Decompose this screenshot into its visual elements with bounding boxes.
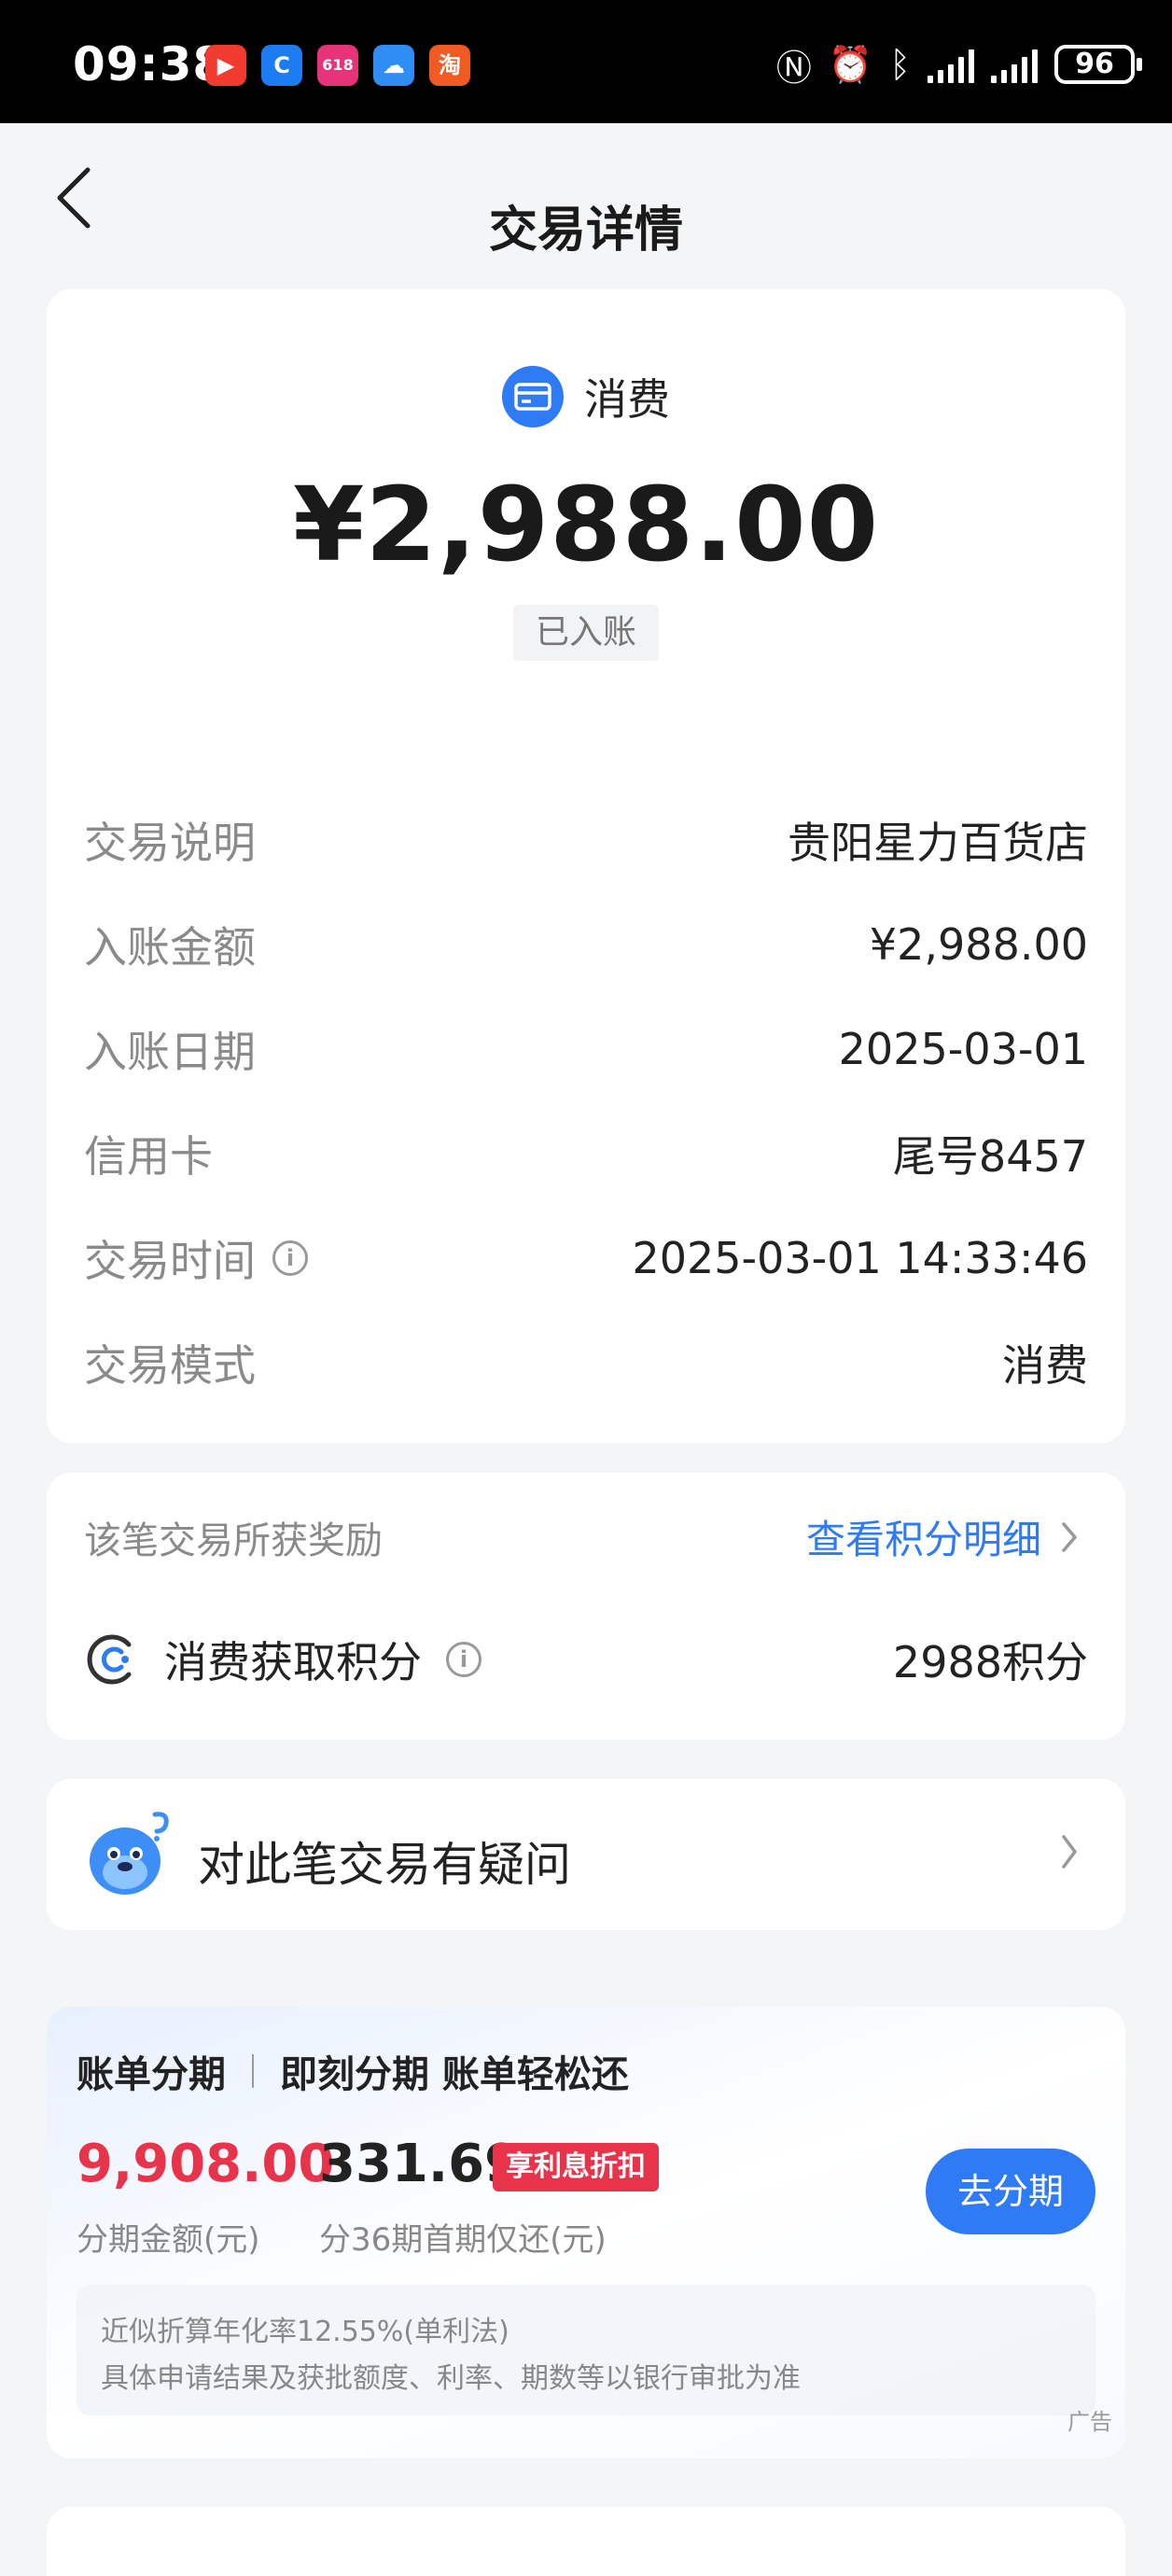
points-icon	[87, 1634, 132, 1685]
detail-label: 交易模式	[84, 1340, 256, 1391]
detail-label: 入账日期	[84, 1027, 256, 1077]
detail-row-time: 交易时间 i 2025-03-01 14:33:46	[84, 1225, 1088, 1291]
installment-amount-label: 分期金额(元)	[77, 2221, 260, 2259]
shop-app-icon: 618	[317, 45, 358, 86]
detail-label-with-info: 交易时间 i	[84, 1227, 308, 1289]
chevron-right-icon	[1062, 1835, 1077, 1869]
installment-ad-card: 账单分期 即刻分期 账单轻松还 9,908.00 分期金额(元) 331.69 …	[47, 2007, 1125, 2458]
status-badge: 已入账	[513, 605, 659, 661]
view-points-detail-link[interactable]: 查看积分明细	[806, 1508, 1079, 1565]
ad-title: 账单分期 即刻分期 账单轻松还	[77, 2044, 629, 2098]
first-payment-amount: 331.69	[319, 2134, 522, 2194]
status-bar: 09:38 ▶ C 618 ☁ 淘 Ⓝ ⏰ ᛒ 96	[0, 0, 1172, 123]
installment-button[interactable]: 去分期	[926, 2149, 1095, 2234]
transaction-type: 消费	[47, 366, 1125, 427]
detail-label: 信用卡	[84, 1131, 213, 1182]
nfc-icon: Ⓝ	[775, 47, 812, 89]
nav-bar: 交易详情	[0, 123, 1172, 263]
ad-title-divider	[252, 2054, 254, 2088]
battery-icon: 96	[1054, 45, 1142, 84]
transaction-amount: ¥2,988.00	[292, 465, 880, 584]
detail-value: 消费	[1002, 1340, 1088, 1391]
detail-label: 入账金额	[84, 922, 256, 973]
status-icons: Ⓝ ⏰ ᛒ 96	[775, 41, 1142, 89]
ad-title-left: 账单分期	[77, 2053, 226, 2096]
rewards-heading: 该笔交易所获奖励	[84, 1519, 383, 1562]
detail-value: 尾号8457	[892, 1131, 1088, 1182]
points-label: 消费获取积分	[164, 1637, 422, 1687]
detail-value: ¥2,988.00	[869, 919, 1088, 970]
installment-amount: 9,908.00	[77, 2134, 335, 2194]
detail-row-mode: 交易模式 消费	[84, 1330, 1088, 1395]
ad-title-right: 即刻分期 账单轻松还	[280, 2053, 629, 2096]
detail-label: 交易说明	[84, 818, 256, 868]
points-value: 2988积分	[892, 1637, 1088, 1687]
video-app-icon: ▶	[205, 45, 246, 86]
transaction-card: 消费 ¥2,988.00 已入账 交易说明 贵阳星力百货店 入账金额 ¥2,98…	[47, 289, 1125, 1443]
detail-row-posted-amount: 入账金额 ¥2,988.00	[84, 912, 1088, 977]
browser-app-icon: C	[261, 45, 302, 86]
dispute-entry-label: 对此笔交易有疑问	[198, 1838, 571, 1892]
mascot-icon	[90, 1812, 169, 1895]
detail-label-text: 交易时间	[84, 1236, 256, 1286]
view-points-detail-label: 查看积分明细	[805, 1517, 1041, 1562]
status-time: 09:38	[73, 37, 227, 91]
ad-label: 广告	[1067, 2409, 1112, 2435]
alarm-icon: ⏰	[828, 43, 873, 85]
page-title: 交易详情	[488, 203, 683, 259]
detail-row-card: 信用卡 尾号8457	[84, 1121, 1088, 1186]
info-icon[interactable]: i	[446, 1642, 481, 1677]
credit-card-icon	[502, 366, 564, 427]
taobao-app-icon: 淘	[429, 45, 470, 86]
ad-disclaimer: 近似折算年化率12.55%(单利法) 具体申请结果及获批额度、利率、期数等以银行…	[77, 2285, 1095, 2415]
transaction-type-label: 消费	[584, 374, 670, 425]
bluetooth-icon: ᛒ	[889, 44, 911, 85]
weather-app-icon: ☁	[373, 45, 414, 86]
rewards-card: 该笔交易所获奖励 查看积分明细 消费获取积分 i 2988积分	[47, 1473, 1125, 1740]
discount-badge: 享利息折扣	[493, 2143, 659, 2191]
detail-value: 2025-03-01 14:33:46	[632, 1233, 1088, 1283]
ad-disclaimer-line1: 近似折算年化率12.55%(单利法)	[101, 2316, 509, 2348]
points-label-group: 消费获取积分 i	[84, 1629, 481, 1690]
first-payment-label: 分36期首期仅还(元)	[319, 2221, 607, 2259]
detail-row-posted-date: 入账日期 2025-03-01	[84, 1016, 1088, 1082]
bottom-card	[47, 2507, 1125, 2576]
signal-icon	[928, 46, 974, 83]
dispute-entry[interactable]: 对此笔交易有疑问	[47, 1779, 1125, 1930]
points-row: 消费获取积分 i 2988积分	[84, 1622, 1088, 1697]
ad-disclaimer-line2: 具体申请结果及获批额度、利率、期数等以银行审批为准	[101, 2362, 801, 2395]
signal-icon-2	[991, 46, 1038, 83]
detail-value: 2025-03-01	[838, 1024, 1088, 1074]
detail-row-description: 交易说明 贵阳星力百货店	[84, 807, 1088, 873]
info-icon[interactable]: i	[272, 1240, 308, 1276]
detail-value: 贵阳星力百货店	[788, 818, 1088, 868]
chevron-right-icon	[1062, 1521, 1077, 1552]
